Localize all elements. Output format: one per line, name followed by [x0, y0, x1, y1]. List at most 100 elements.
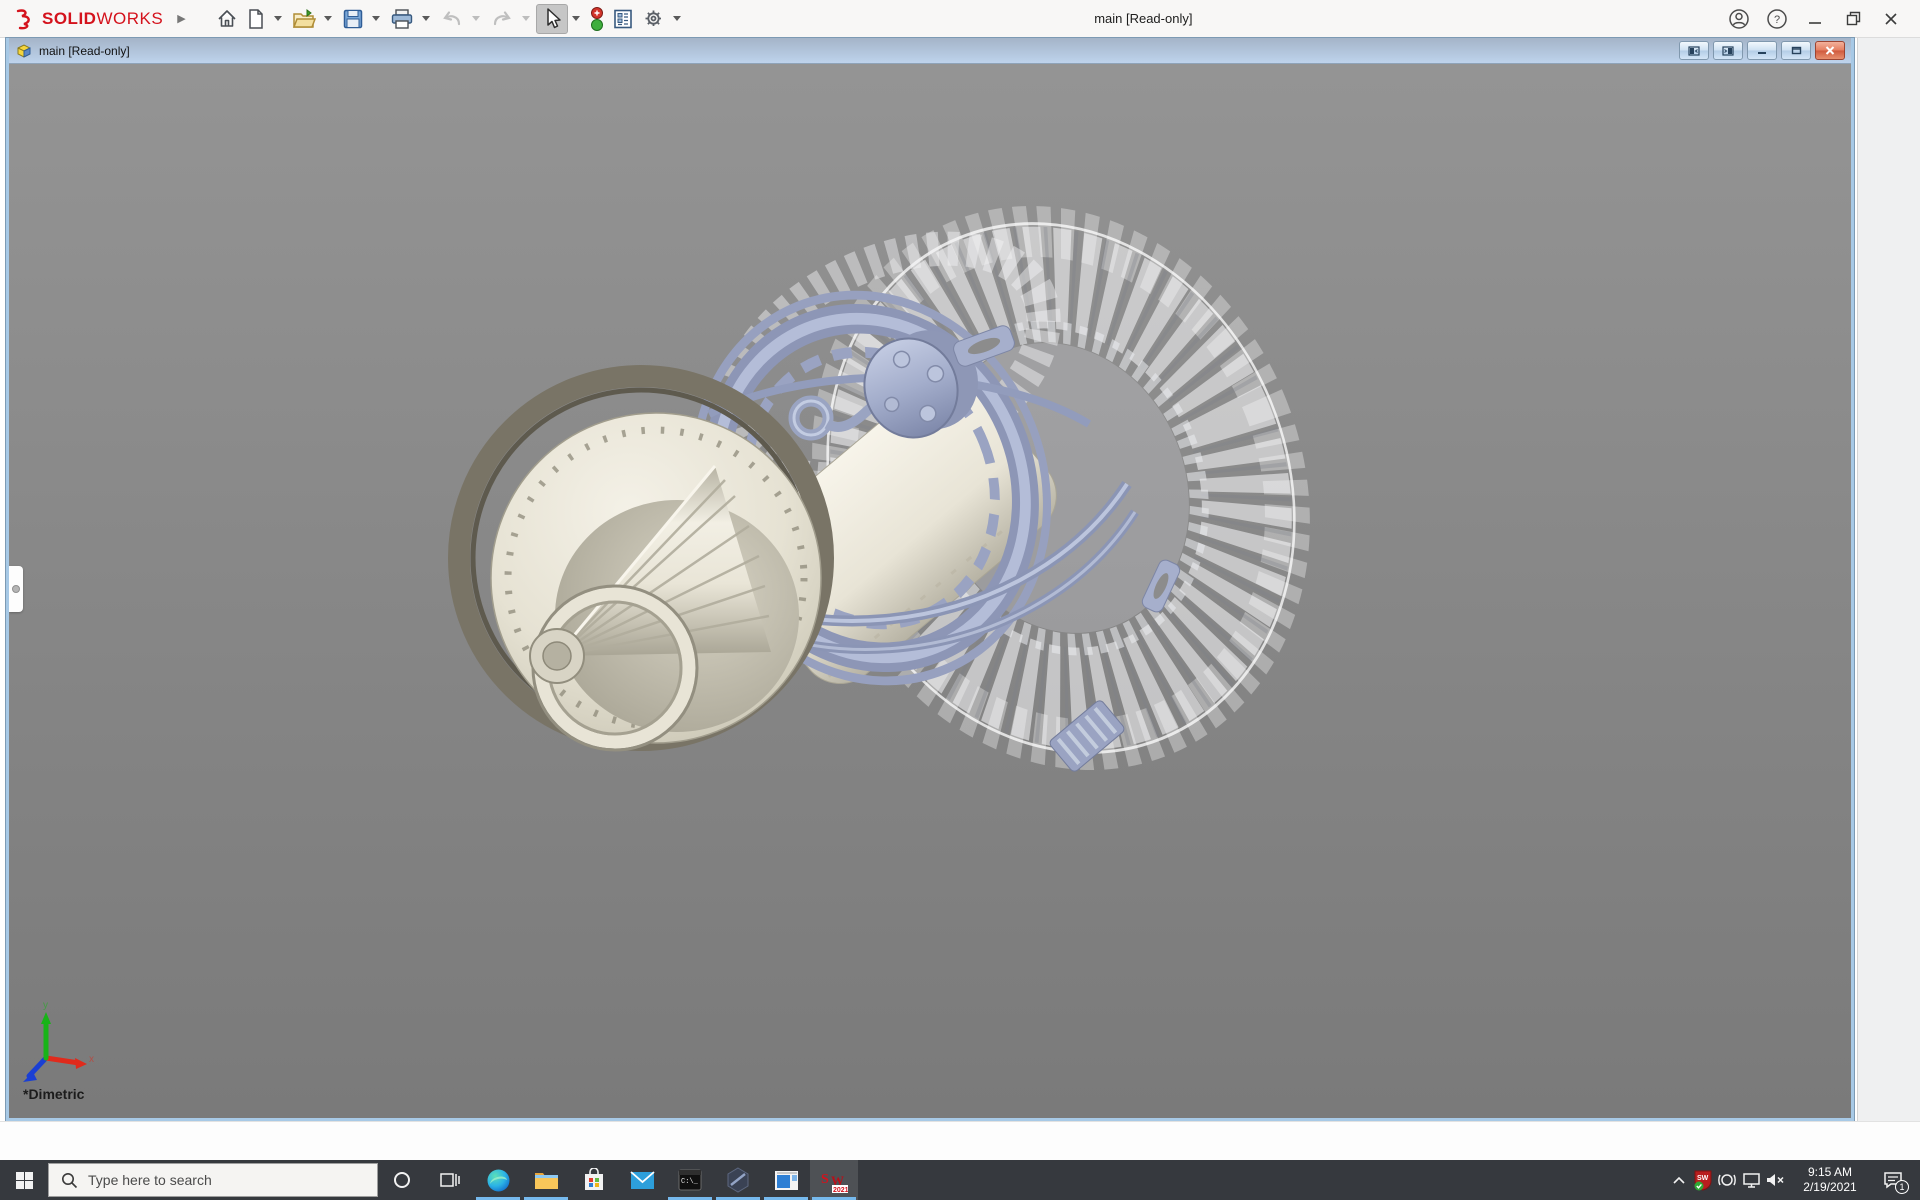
minimize-icon	[1808, 12, 1822, 26]
home-button[interactable]	[212, 4, 242, 34]
status-bar	[0, 1121, 1920, 1160]
app-titlebar: SOLIDWORKS ▶	[0, 0, 1920, 38]
taskbar-app-file-explorer[interactable]	[522, 1160, 570, 1200]
taskbar-app-solidworks[interactable]: S W 2021	[810, 1160, 858, 1200]
system-tray: SW 9:15 AM 2/19/2021 1	[1667, 1160, 1920, 1200]
search-placeholder-text: Type here to search	[88, 1172, 212, 1188]
graphics-viewport[interactable]: x y *Dimetric	[9, 64, 1851, 1118]
taskbar-app-window[interactable]	[762, 1160, 810, 1200]
redo-dropdown[interactable]	[522, 16, 530, 21]
rebuild-traffic-light-icon	[590, 6, 604, 32]
app-window-controls: ?	[1720, 4, 1910, 34]
options-dropdown[interactable]	[673, 16, 681, 21]
reference-triad: x y	[23, 1000, 94, 1082]
tray-date: 2/19/2021	[1791, 1180, 1869, 1195]
select-tool-button[interactable]	[536, 4, 568, 34]
account-button[interactable]	[1720, 4, 1758, 34]
help-button[interactable]: ?	[1758, 4, 1796, 34]
view-orientation-label: *Dimetric	[23, 1086, 84, 1102]
shaft-cap	[530, 629, 584, 683]
brand-flyout-arrow[interactable]: ▶	[177, 12, 185, 25]
new-document-dropdown[interactable]	[274, 16, 282, 21]
cortana-button[interactable]	[378, 1160, 426, 1200]
3ds-logo-icon	[14, 8, 36, 30]
start-button[interactable]	[0, 1160, 48, 1200]
print-icon	[390, 8, 414, 30]
taskbar-app-command-prompt[interactable]: C:\_	[666, 1160, 714, 1200]
taskbar-app-edge[interactable]	[474, 1160, 522, 1200]
document-titlebar[interactable]: main [Read-only]	[9, 38, 1851, 64]
task-pane-collapsed[interactable]	[1857, 38, 1920, 1121]
quick-access-toolbar	[212, 4, 687, 34]
tray-time: 9:15 AM	[1791, 1165, 1869, 1180]
document-close-button[interactable]	[1815, 41, 1845, 60]
minimize-button[interactable]	[1796, 4, 1834, 34]
options-button[interactable]	[638, 4, 669, 34]
print-dropdown[interactable]	[422, 16, 430, 21]
save-icon	[342, 8, 364, 30]
search-icon	[61, 1172, 78, 1189]
undo-dropdown[interactable]	[472, 16, 480, 21]
save-dropdown[interactable]	[372, 16, 380, 21]
taskbar-search-box[interactable]: Type here to search	[48, 1163, 378, 1197]
save-button[interactable]	[338, 4, 368, 34]
file-properties-button[interactable]	[608, 4, 638, 34]
document-minimize-button[interactable]	[1747, 41, 1777, 60]
taskbar-app-hexagon[interactable]	[714, 1160, 762, 1200]
select-tool-dropdown[interactable]	[572, 16, 580, 21]
restore-button[interactable]	[1834, 4, 1872, 34]
part-document-icon	[15, 43, 33, 59]
undo-button[interactable]	[436, 4, 468, 34]
open-icon	[292, 8, 316, 30]
brand-text: SOLIDWORKS	[42, 9, 163, 29]
open-dropdown[interactable]	[324, 16, 332, 21]
tray-volume-muted-icon[interactable]	[1763, 1160, 1787, 1200]
tray-network-icon[interactable]	[1739, 1160, 1763, 1200]
rebuild-button[interactable]	[586, 4, 608, 34]
minimize-icon	[1757, 46, 1767, 55]
account-icon	[1728, 8, 1750, 30]
tray-clock[interactable]: 9:15 AM 2/19/2021	[1787, 1165, 1873, 1195]
svg-text:2021: 2021	[833, 1187, 848, 1193]
taskbar-app-mail[interactable]	[618, 1160, 666, 1200]
open-button[interactable]	[288, 4, 320, 34]
document-restore-button[interactable]	[1781, 41, 1811, 60]
help-icon: ?	[1766, 8, 1788, 30]
pane-right-icon	[1722, 46, 1734, 56]
print-button[interactable]	[386, 4, 418, 34]
tray-meet-now-icon[interactable]	[1715, 1160, 1739, 1200]
task-view-button[interactable]	[426, 1160, 474, 1200]
file-explorer-icon	[534, 1169, 559, 1191]
tray-chevron-up-icon[interactable]	[1667, 1160, 1691, 1200]
windows-logo-icon	[16, 1172, 33, 1189]
document-window: main [Read-only]	[6, 38, 1854, 1121]
window-app-icon	[774, 1170, 799, 1191]
pane-left-button[interactable]	[1679, 41, 1709, 60]
svg-text:?: ?	[1774, 14, 1780, 26]
document-window-controls	[1679, 41, 1845, 60]
restore-icon	[1846, 11, 1861, 26]
file-properties-icon	[612, 8, 634, 30]
select-cursor-icon	[541, 7, 563, 31]
new-document-button[interactable]	[242, 4, 270, 34]
jet-engine-model[interactable]: x y	[9, 64, 1851, 1118]
new-document-icon	[246, 8, 266, 30]
taskbar-app-store[interactable]	[570, 1160, 618, 1200]
store-icon	[583, 1168, 605, 1192]
notification-center-button[interactable]: 1	[1873, 1160, 1913, 1200]
svg-text:x: x	[89, 1054, 94, 1065]
restore-icon	[1791, 46, 1802, 55]
pane-right-button[interactable]	[1713, 41, 1743, 60]
hexagon-app-icon	[726, 1167, 750, 1193]
document-title: main [Read-only]	[39, 44, 130, 58]
close-button[interactable]	[1872, 4, 1910, 34]
redo-button[interactable]	[486, 4, 518, 34]
featuremanager-collapsed-tab[interactable]	[9, 566, 23, 612]
gear-icon	[642, 7, 665, 30]
tray-solidworks-monitor-icon[interactable]: SW	[1691, 1160, 1715, 1200]
solidworks-logo: SOLIDWORKS ▶	[14, 8, 186, 30]
close-icon	[1884, 12, 1898, 26]
home-icon	[216, 8, 238, 30]
cortana-icon	[393, 1171, 411, 1189]
pane-left-icon	[1688, 46, 1700, 56]
